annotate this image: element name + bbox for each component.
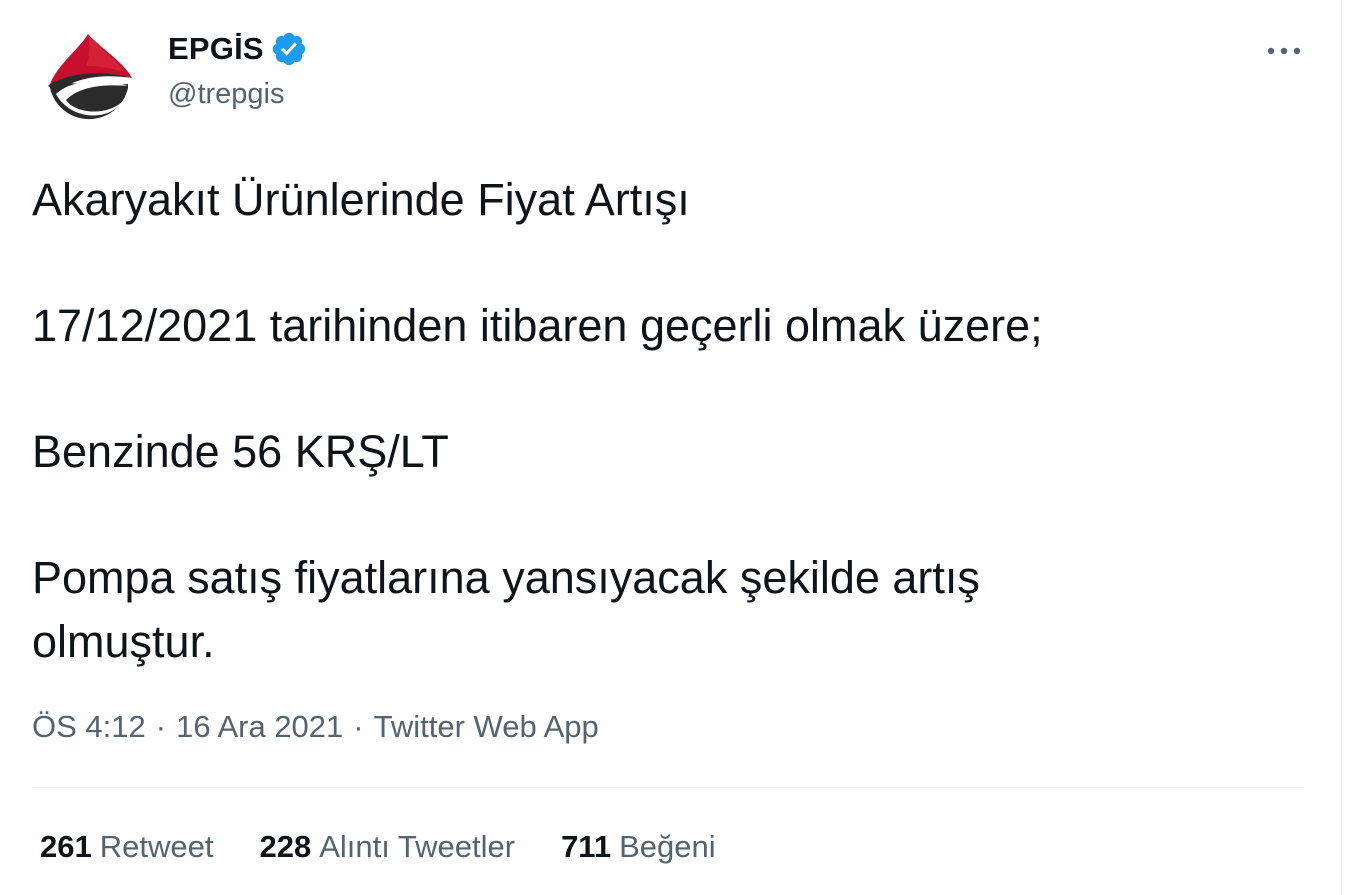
avatar[interactable] [36, 28, 140, 132]
more-options-button[interactable] [1264, 36, 1304, 66]
display-name[interactable]: EPGİS [168, 31, 264, 67]
epgis-logo-icon [36, 28, 140, 132]
likes-count: 711 [561, 829, 612, 864]
retweets-stat[interactable]: 261 Retweet [40, 829, 213, 865]
retweets-label: Retweet [99, 829, 214, 864]
quotes-label: Alıntı Tweetler [319, 829, 516, 864]
more-horizontal-icon [1267, 47, 1301, 55]
likes-label: Beğeni [619, 829, 716, 864]
column-border [1341, 0, 1342, 895]
tweet-paragraph-date: 17/12/2021 tarihinden itibaren geçerli o… [32, 300, 1043, 351]
quotes-count: 228 [259, 829, 312, 864]
author-name-row[interactable]: EPGİS [168, 30, 308, 68]
retweets-count: 261 [40, 829, 92, 864]
tweet-stats: 261 Retweet 228 Alıntı Tweetler 711 Beğeni [40, 829, 762, 865]
tweet-time-link[interactable]: ÖS 4:12 [32, 709, 146, 745]
meta-separator: · [353, 709, 364, 744]
author-handle[interactable]: @trepgis [168, 78, 284, 111]
divider [32, 787, 1304, 788]
tweet-text: Akaryakıt Ürünlerinde Fiyat Artışı 17/12… [32, 168, 1272, 674]
tweet-source-link[interactable]: Twitter Web App [374, 709, 599, 745]
tweet-detail: EPGİS @trepgis Akaryakıt Ürünlerinde Fiy… [32, 0, 1304, 895]
tweet-paragraph-note: Pompa satış fiyatlarına yansıyacak şekil… [32, 552, 980, 667]
likes-stat[interactable]: 711 Beğeni [561, 829, 716, 865]
tweet-meta: ÖS 4:12 · 16 Ara 2021 · Twitter Web App [32, 709, 599, 745]
meta-separator: · [155, 709, 167, 744]
verified-badge-icon [270, 30, 308, 68]
quotes-stat[interactable]: 228 Alıntı Tweetler [259, 829, 515, 865]
tweet-paragraph-price: Benzinde 56 KRŞ/LT [32, 426, 449, 477]
tweet-paragraph-title: Akaryakıt Ürünlerinde Fiyat Artışı [32, 174, 690, 225]
tweet-date-link[interactable]: 16 Ara 2021 [176, 709, 343, 745]
